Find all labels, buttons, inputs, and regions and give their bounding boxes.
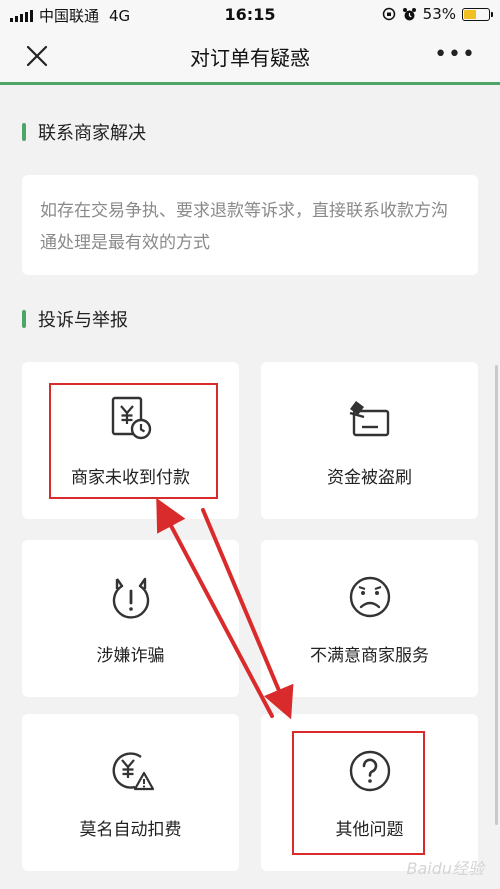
option-label: 涉嫌诈骗 bbox=[96, 646, 165, 666]
auto-charge-warning-icon bbox=[112, 752, 154, 791]
annotation-box-merchant-not-received bbox=[49, 383, 218, 499]
option-unsatisfied-service[interactable]: 不满意商家服务 bbox=[261, 540, 478, 697]
watermark-logo: Baidu经验 bbox=[406, 859, 484, 878]
alarm-icon bbox=[402, 7, 416, 20]
contact-section-header: 联系商家解决 bbox=[22, 120, 146, 144]
fraud-warning-icon bbox=[112, 577, 149, 619]
section-accent-bar bbox=[22, 310, 26, 328]
sad-face-icon bbox=[349, 576, 390, 618]
rotation-lock-icon bbox=[382, 7, 395, 21]
status-bar: 中国联通 4G 16:15 53% bbox=[0, 0, 500, 30]
option-unexplained-charge[interactable]: 莫名自动扣费 bbox=[22, 714, 239, 871]
report-section-title: 投诉与举报 bbox=[38, 310, 128, 331]
page-title: 对订单有疑惑 bbox=[190, 46, 310, 70]
more-options-icon[interactable]: ••• bbox=[434, 42, 476, 67]
contact-merchant-card[interactable]: 如存在交易争执、要求退款等诉求，直接联系收款方沟通处理是最有效的方式 bbox=[22, 175, 478, 275]
section-accent-bar bbox=[22, 123, 26, 141]
option-label: 莫名自动扣费 bbox=[79, 820, 182, 840]
contact-section-title: 联系商家解决 bbox=[38, 123, 146, 144]
card-theft-icon bbox=[349, 401, 389, 437]
status-right: 53% bbox=[382, 5, 493, 23]
battery-fill bbox=[464, 9, 476, 19]
contact-description: 如存在交易争执、要求退款等诉求，直接联系收款方沟通处理是最有效的方式 bbox=[40, 201, 448, 253]
option-label: 不满意商家服务 bbox=[310, 646, 429, 666]
report-section-header: 投诉与举报 bbox=[22, 307, 128, 331]
annotation-box-other-issues bbox=[292, 731, 425, 855]
option-label: 资金被盗刷 bbox=[327, 468, 412, 488]
option-funds-stolen[interactable]: 资金被盗刷 bbox=[261, 362, 478, 519]
option-suspected-fraud[interactable]: 涉嫌诈骗 bbox=[22, 540, 239, 697]
nav-bar: 对订单有疑惑 ••• bbox=[0, 30, 500, 85]
scrollbar[interactable] bbox=[495, 365, 498, 825]
battery-percent: 53% bbox=[422, 5, 456, 23]
battery-icon bbox=[462, 7, 493, 21]
